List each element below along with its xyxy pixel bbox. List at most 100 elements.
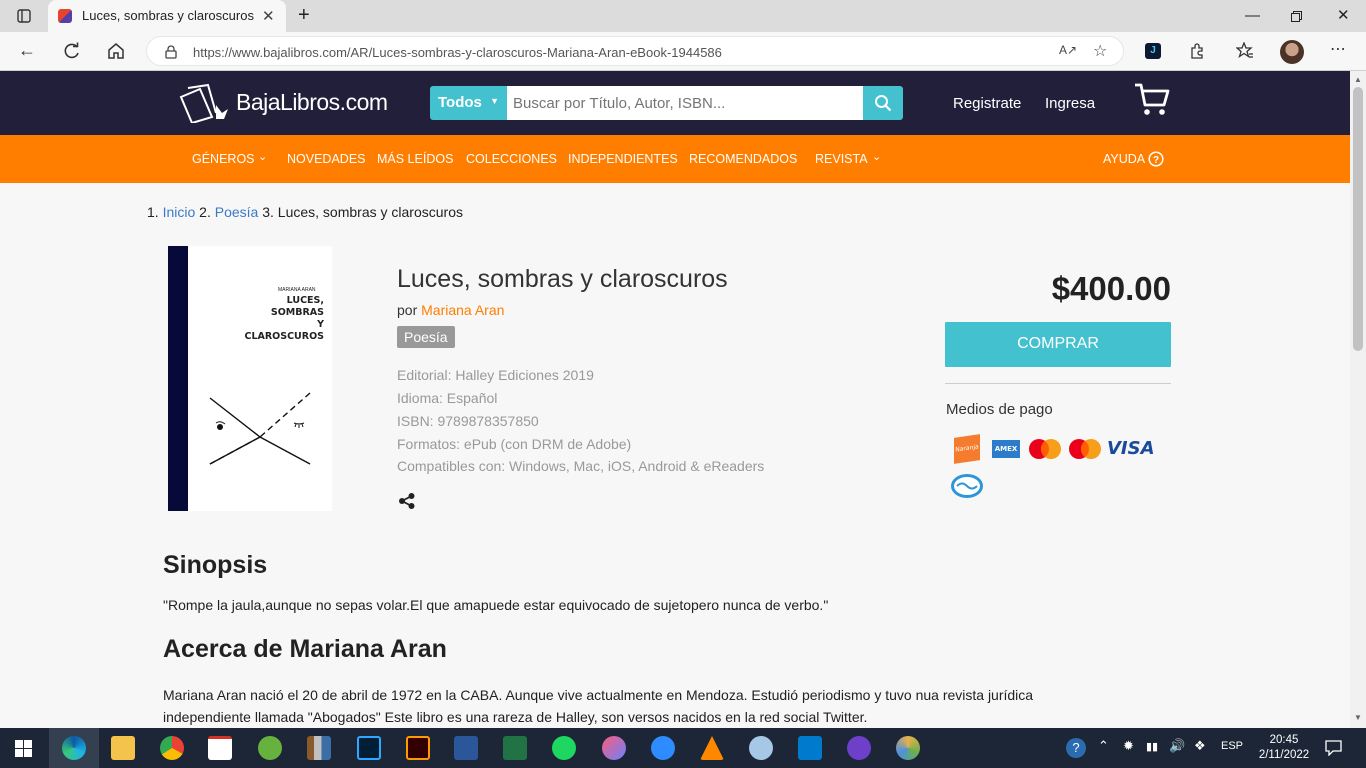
photoshop-icon[interactable]	[357, 736, 381, 760]
scrollbar-thumb[interactable]	[1353, 87, 1363, 351]
nav-revista[interactable]: REVISTA	[815, 152, 868, 166]
paint-icon[interactable]	[896, 736, 920, 760]
cover-title-line: Y CLAROSCUROS	[244, 319, 324, 342]
windows-taskbar: ? ⌃ ✹ ▮▮ 🔊 ❖ ESP 20:45 2/11/2022	[0, 728, 1366, 768]
paint-tool-icon[interactable]	[749, 736, 773, 760]
nav-mas-leidos[interactable]: MÁS LEÍDOS	[377, 152, 453, 166]
scroll-down-icon[interactable]: ▼	[1354, 713, 1362, 722]
nav-recomendados[interactable]: RECOMENDADOS	[689, 152, 797, 166]
search-input[interactable]	[507, 86, 863, 120]
refresh-icon[interactable]	[63, 42, 81, 60]
mastercard-icon	[1029, 439, 1061, 459]
windows-start-icon[interactable]	[15, 740, 32, 757]
new-tab-button[interactable]: +	[298, 4, 310, 27]
utorrent-icon[interactable]	[258, 736, 282, 760]
github-desktop-icon[interactable]	[847, 736, 871, 760]
cover-title: LUCES, SOMBRAS Y CLAROSCUROS	[244, 295, 324, 343]
breadcrumb-current: Luces, sombras y claroscuros	[277, 204, 463, 220]
login-link[interactable]: Ingresa	[1045, 95, 1095, 112]
visa-card-icon: VISA	[1107, 438, 1155, 459]
help-tray-icon[interactable]: ?	[1066, 738, 1086, 758]
library-icon[interactable]	[307, 736, 331, 760]
minimize-icon[interactable]: —	[1245, 7, 1260, 24]
excel-icon[interactable]	[503, 736, 527, 760]
tab-close-icon[interactable]: ✕	[262, 7, 275, 25]
nav-novedades[interactable]: NOVEDADES	[287, 152, 366, 166]
site-header: BajaLibros.com Todos ▼ Registrate Ingres…	[0, 71, 1350, 135]
restore-icon[interactable]	[1291, 11, 1302, 22]
amex-label: AMEX	[994, 445, 1018, 453]
extensions-puzzle-icon[interactable]	[1189, 43, 1205, 59]
chevron-up-icon[interactable]: ⌃	[1098, 738, 1109, 754]
breadcrumb-inicio[interactable]: Inicio	[163, 204, 196, 220]
editorial-info: Editorial: Halley Ediciones 2019	[397, 367, 594, 383]
shopping-cart-icon[interactable]	[1134, 83, 1170, 117]
vlc-icon[interactable]	[700, 736, 724, 760]
register-link[interactable]: Registrate	[953, 95, 1021, 112]
page-scrollbar[interactable]: ▲ ▼	[1350, 71, 1366, 728]
clock[interactable]: 20:45 2/11/2022	[1254, 733, 1314, 763]
itunes-icon[interactable]	[602, 736, 626, 760]
settings-more-icon[interactable]: ⋯	[1330, 39, 1346, 59]
word-icon[interactable]	[454, 736, 478, 760]
about-author-heading: Acerca de Mariana Aran	[163, 635, 447, 663]
clock-date: 2/11/2022	[1258, 749, 1310, 761]
payment-methods-title: Medios de pago	[946, 401, 1053, 418]
search-category-label: Todos	[438, 94, 482, 111]
window-close-icon[interactable]: ✕	[1337, 6, 1350, 24]
spotify-icon[interactable]	[552, 736, 576, 760]
edge-icon[interactable]	[62, 736, 86, 760]
cover-title-line: LUCES, SOMBRAS	[270, 295, 324, 318]
mercadopago-icon	[951, 474, 983, 498]
battery-icon[interactable]: ▮▮	[1146, 740, 1158, 753]
nav-independientes[interactable]: INDEPENDIENTES	[568, 152, 678, 166]
gmail-icon[interactable]	[208, 736, 232, 760]
cover-author: MARIANA ARAN	[278, 287, 316, 293]
book-logo-icon	[179, 83, 228, 123]
tab-actions-icon[interactable]	[17, 9, 31, 23]
search-button[interactable]	[863, 86, 903, 120]
author-link[interactable]: Mariana Aran	[421, 302, 504, 318]
back-icon[interactable]: ←	[18, 40, 36, 61]
chrome-icon[interactable]	[160, 736, 184, 760]
visa-label: VISA	[1107, 438, 1155, 459]
home-icon[interactable]	[107, 42, 125, 60]
book-cover[interactable]: MARIANA ARAN LUCES, SOMBRAS Y CLAROSCURO…	[168, 246, 332, 511]
book-author-line: por Mariana Aran	[397, 302, 504, 318]
vscode-icon[interactable]	[798, 736, 822, 760]
share-icon[interactable]	[398, 492, 416, 510]
lock-icon[interactable]	[165, 45, 177, 59]
favorites-icon[interactable]	[1236, 42, 1254, 60]
profile-avatar[interactable]	[1280, 40, 1304, 64]
nav-colecciones[interactable]: COLECCIONES	[466, 152, 557, 166]
chevron-down-icon: ⌄	[258, 151, 268, 163]
nav-ayuda[interactable]: AYUDA	[1103, 152, 1145, 166]
buy-button[interactable]: COMPRAR	[945, 322, 1171, 367]
url-text[interactable]: https://www.bajalibros.com/AR/Luces-somb…	[193, 45, 722, 60]
url-bar[interactable]: https://www.bajalibros.com/AR/Luces-somb…	[146, 36, 1124, 66]
nav-generos[interactable]: GÉNEROS	[192, 152, 255, 166]
dropbox-icon[interactable]: ❖	[1194, 738, 1206, 754]
browser-tab[interactable]: Luces, sombras y claroscuros de ✕	[48, 0, 286, 32]
notifications-icon[interactable]	[1325, 740, 1342, 756]
genre-badge[interactable]: Poesía	[397, 326, 455, 348]
search-category-dropdown[interactable]: Todos ▼	[430, 86, 507, 120]
breadcrumb: 1. Inicio 2. Poesía 3. Luces, sombras y …	[147, 204, 463, 220]
language-indicator[interactable]: ESP	[1221, 740, 1243, 752]
extension-icon[interactable]: J	[1145, 43, 1161, 59]
volume-icon[interactable]: 🔊	[1169, 738, 1185, 754]
breadcrumb-poesia[interactable]: Poesía	[215, 204, 259, 220]
illustrator-icon[interactable]	[406, 736, 430, 760]
scroll-up-icon[interactable]: ▲	[1354, 75, 1362, 84]
favorite-add-icon[interactable]: ☆	[1093, 41, 1107, 61]
bajalibros-logo[interactable]: BajaLibros.com	[178, 81, 398, 125]
help-icon[interactable]: ?	[1148, 151, 1164, 167]
cover-spine	[168, 246, 188, 511]
wifi-icon[interactable]: ✹	[1123, 738, 1134, 754]
price: $400.00	[1051, 270, 1171, 307]
sinopsis-heading: Sinopsis	[163, 551, 268, 579]
read-aloud-icon[interactable]: A↗	[1059, 43, 1077, 57]
search-bar: Todos ▼	[430, 86, 903, 120]
file-explorer-icon[interactable]	[111, 736, 135, 760]
zoom-icon[interactable]	[651, 736, 675, 760]
